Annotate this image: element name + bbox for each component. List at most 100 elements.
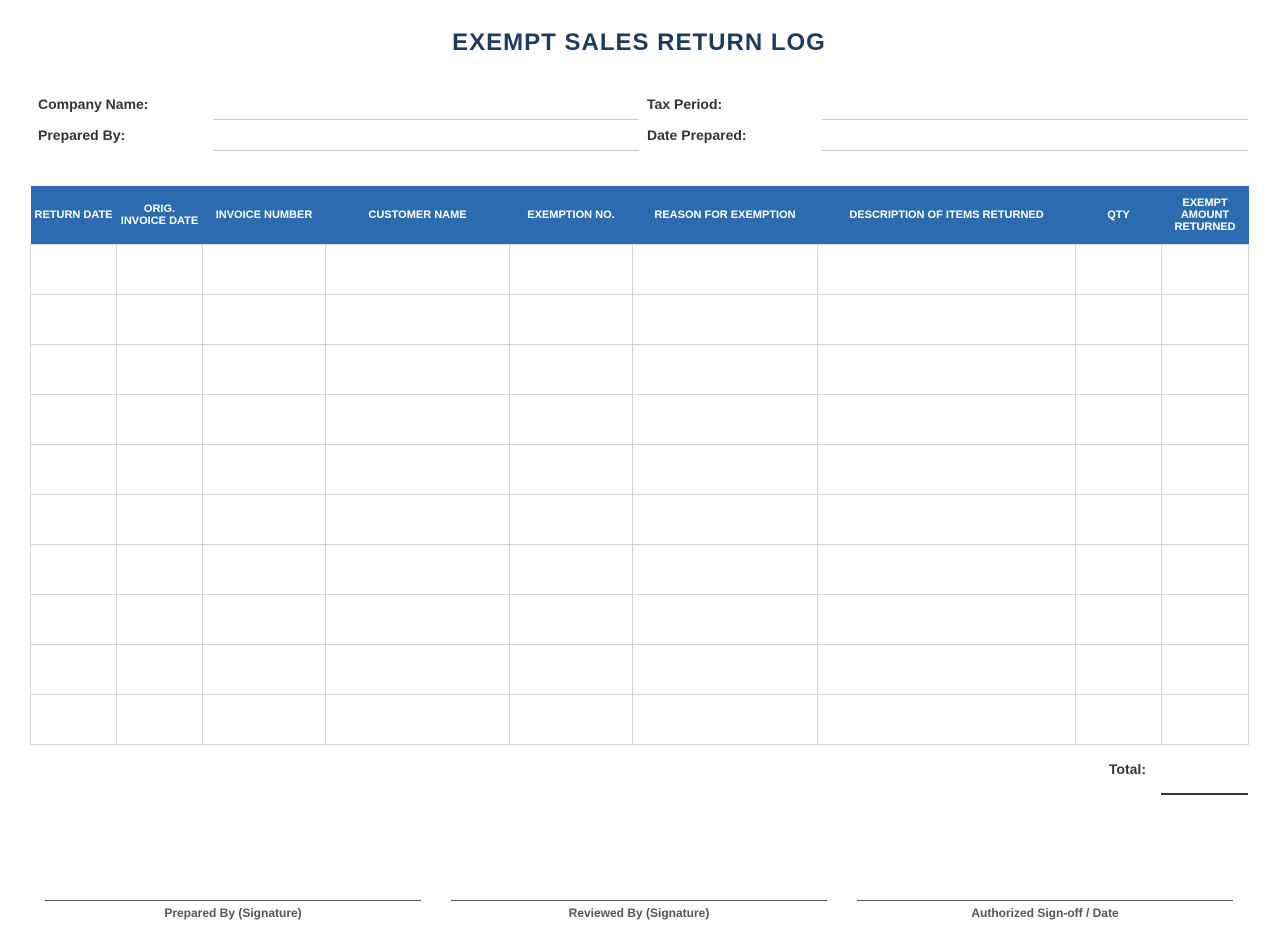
table-cell[interactable]: [817, 543, 1076, 595]
table-cell[interactable]: [1161, 393, 1249, 445]
table-cell[interactable]: [30, 593, 117, 645]
page-title: EXEMPT SALES RETURN LOG: [452, 29, 826, 56]
table-cell[interactable]: [1161, 243, 1249, 295]
table-cell[interactable]: [509, 443, 633, 495]
table-cell[interactable]: [325, 343, 510, 395]
table-cell[interactable]: [116, 643, 203, 695]
table-cell[interactable]: [1075, 443, 1162, 495]
table-cell[interactable]: [509, 493, 633, 545]
reviewed-signature-line[interactable]: [451, 900, 827, 901]
table-cell[interactable]: [632, 593, 818, 645]
table-cell[interactable]: [817, 293, 1076, 345]
table-cell[interactable]: [116, 543, 203, 595]
table-cell[interactable]: [817, 243, 1076, 295]
table-cell[interactable]: [632, 443, 818, 495]
table-cell[interactable]: [30, 643, 117, 695]
table-cell[interactable]: [325, 693, 510, 745]
table-cell[interactable]: [325, 293, 510, 345]
table-cell[interactable]: [202, 593, 326, 645]
authorized-signature-line[interactable]: [857, 900, 1233, 901]
table-cell[interactable]: [202, 293, 326, 345]
table-cell[interactable]: [817, 493, 1076, 545]
table-cell[interactable]: [202, 243, 326, 295]
table-cell[interactable]: [116, 693, 203, 745]
table-cell[interactable]: [632, 493, 818, 545]
table-cell[interactable]: [1075, 343, 1162, 395]
table-cell[interactable]: [202, 693, 326, 745]
table-cell[interactable]: [30, 493, 117, 545]
table-cell[interactable]: [202, 543, 326, 595]
company-name-field[interactable]: [213, 119, 639, 120]
table-cell[interactable]: [325, 393, 510, 445]
table-cell[interactable]: [30, 343, 117, 395]
table-cell[interactable]: [1075, 643, 1162, 695]
table-cell[interactable]: [817, 693, 1076, 745]
table-cell[interactable]: [632, 693, 818, 745]
table-cell[interactable]: [30, 243, 117, 295]
table-cell[interactable]: [116, 493, 203, 545]
table-cell[interactable]: [1075, 593, 1162, 645]
table-cell[interactable]: [632, 393, 818, 445]
tax-period-field[interactable]: [822, 119, 1248, 120]
table-cell[interactable]: [116, 443, 203, 495]
table-cell[interactable]: [509, 393, 633, 445]
table-cell[interactable]: [509, 343, 633, 395]
table-cell[interactable]: [30, 693, 117, 745]
table-cell[interactable]: [325, 243, 510, 295]
table-cell[interactable]: [325, 543, 510, 595]
table-cell[interactable]: [632, 643, 818, 695]
return-log-table: RETURN DATE ORIG. INVOICE DATE INVOICE N…: [30, 186, 1249, 745]
table-cell[interactable]: [30, 443, 117, 495]
table-cell[interactable]: [1161, 343, 1249, 395]
table-cell[interactable]: [325, 593, 510, 645]
table-cell[interactable]: [1075, 693, 1162, 745]
table-cell[interactable]: [509, 643, 633, 695]
prepared-by-field[interactable]: [213, 150, 639, 151]
table-cell[interactable]: [202, 343, 326, 395]
table-cell[interactable]: [509, 293, 633, 345]
table-cell[interactable]: [1161, 593, 1249, 645]
total-field[interactable]: [1161, 793, 1248, 795]
date-prepared-field[interactable]: [822, 150, 1248, 151]
table-cell[interactable]: [116, 393, 203, 445]
table-cell[interactable]: [1075, 393, 1162, 445]
table-cell[interactable]: [1161, 493, 1249, 545]
table-cell[interactable]: [1161, 643, 1249, 695]
table-cell[interactable]: [116, 243, 203, 295]
table-cell[interactable]: [30, 293, 117, 345]
table-cell[interactable]: [325, 643, 510, 695]
table-cell[interactable]: [509, 593, 633, 645]
table-cell[interactable]: [1161, 443, 1249, 495]
table-cell[interactable]: [1075, 243, 1162, 295]
table-cell[interactable]: [116, 343, 203, 395]
table-cell[interactable]: [632, 293, 818, 345]
table-cell[interactable]: [509, 543, 633, 595]
table-cell[interactable]: [325, 493, 510, 545]
table-cell[interactable]: [116, 593, 203, 645]
table-cell[interactable]: [817, 443, 1076, 495]
table-cell[interactable]: [30, 543, 117, 595]
table-cell[interactable]: [817, 343, 1076, 395]
table-cell[interactable]: [509, 693, 633, 745]
table-cell[interactable]: [202, 443, 326, 495]
table-cell[interactable]: [632, 543, 818, 595]
table-cell[interactable]: [202, 393, 326, 445]
table-cell[interactable]: [632, 243, 818, 295]
prepared-signature-line[interactable]: [45, 900, 421, 901]
table-cell[interactable]: [1075, 493, 1162, 545]
table-cell[interactable]: [817, 393, 1076, 445]
table-cell[interactable]: [325, 443, 510, 495]
table-cell[interactable]: [817, 593, 1076, 645]
table-cell[interactable]: [1161, 543, 1249, 595]
table-cell[interactable]: [632, 343, 818, 395]
table-cell[interactable]: [1075, 293, 1162, 345]
table-cell[interactable]: [202, 493, 326, 545]
table-cell[interactable]: [1075, 543, 1162, 595]
table-cell[interactable]: [30, 393, 117, 445]
table-cell[interactable]: [1161, 693, 1249, 745]
table-cell[interactable]: [817, 643, 1076, 695]
table-cell[interactable]: [1161, 293, 1249, 345]
table-cell[interactable]: [202, 643, 326, 695]
table-cell[interactable]: [116, 293, 203, 345]
table-cell[interactable]: [509, 243, 633, 295]
